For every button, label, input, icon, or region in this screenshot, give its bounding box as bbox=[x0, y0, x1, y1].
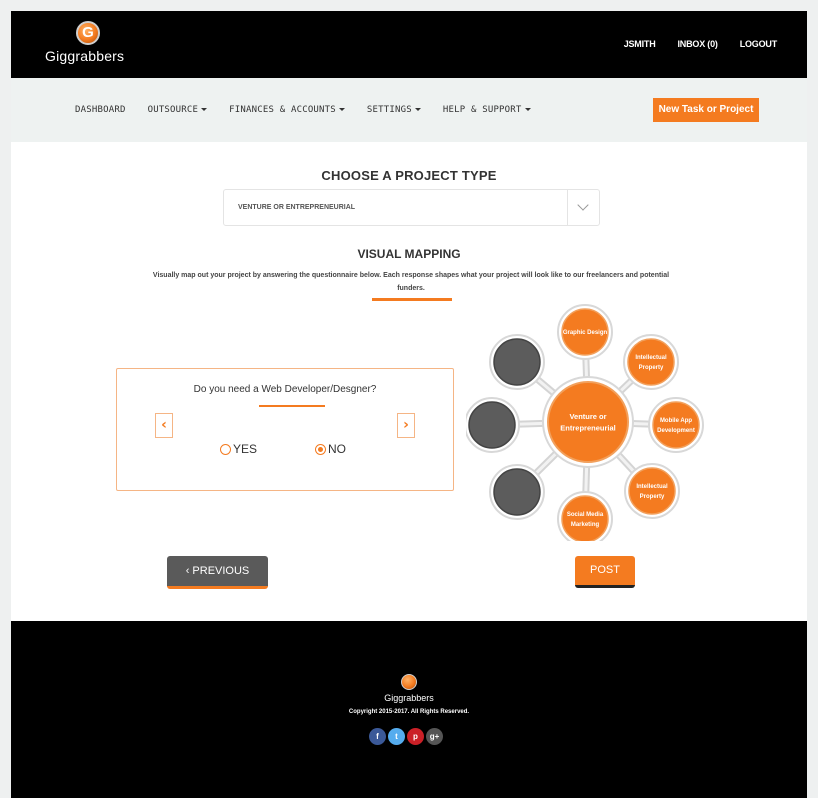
nav-item-help-support[interactable]: HELP & SUPPORT bbox=[443, 105, 531, 115]
nav-item-outsource[interactable]: OUTSOURCE bbox=[148, 105, 208, 115]
option-yes[interactable]: YES bbox=[220, 442, 257, 456]
option-yes-label: YES bbox=[233, 442, 258, 456]
logo-g-icon bbox=[76, 21, 100, 45]
option-no[interactable]: NO bbox=[315, 442, 346, 456]
nav-item-dashboard[interactable]: DASHBOARD bbox=[75, 105, 126, 115]
node-label: Entrepreneurial bbox=[560, 423, 615, 432]
mapping-node-empty[interactable] bbox=[489, 334, 545, 390]
heading-underline bbox=[372, 298, 452, 301]
footer: Giggrabbers Copyright 2015-2017. All Rig… bbox=[11, 621, 807, 798]
copyright-text: Copyright 2015-2017. All Rights Reserved… bbox=[348, 709, 470, 715]
caret-down-icon bbox=[414, 108, 421, 111]
user-nav: JSMITH INBOX (0) LOGOUT bbox=[624, 39, 778, 49]
mapping-node[interactable]: Graphic Design bbox=[557, 304, 613, 360]
node-label: Mobile App bbox=[660, 418, 692, 424]
node-label: Intellectual bbox=[636, 484, 668, 490]
node-label: Intellectual bbox=[635, 355, 667, 361]
social-links: f t p g+ bbox=[369, 728, 443, 745]
project-type-heading: CHOOSE A PROJECT TYPE bbox=[321, 168, 497, 183]
mapping-node[interactable]: Social Media Marketing bbox=[557, 491, 613, 541]
previous-button[interactable]: ‹ PREVIOUS bbox=[167, 556, 268, 589]
pinterest-icon[interactable]: p bbox=[407, 728, 424, 745]
visual-mapping-heading: VISUAL MAPPING bbox=[357, 247, 461, 261]
visual-mapping-description: Visually map out your project by answeri… bbox=[152, 272, 670, 292]
question-underline bbox=[259, 405, 325, 407]
project-type-select[interactable]: VENTURE OR ENTREPRENEURIAL bbox=[223, 189, 600, 226]
node-label: Development bbox=[657, 428, 695, 434]
question-card: Do you need a Web Developer/Desgner? ‹ ›… bbox=[116, 368, 454, 491]
project-type-value: VENTURE OR ENTREPRENEURIAL bbox=[238, 204, 356, 211]
caret-down-icon bbox=[524, 108, 531, 111]
post-button[interactable]: POST bbox=[575, 556, 635, 588]
node-label: Venture or bbox=[569, 412, 606, 421]
question-text: Do you need a Web Developer/Desgner? bbox=[193, 384, 377, 395]
caret-down-icon bbox=[338, 108, 345, 111]
mapping-node[interactable]: Intellectual Property bbox=[623, 334, 679, 390]
mapping-node-empty[interactable] bbox=[489, 464, 545, 520]
caret-down-icon bbox=[201, 108, 208, 111]
logout-link[interactable]: LOGOUT bbox=[740, 39, 777, 49]
mapping-node-empty[interactable] bbox=[466, 397, 520, 453]
footer-logo-icon bbox=[401, 674, 417, 690]
nav-item-finances[interactable]: FINANCES & ACCOUNTS bbox=[229, 105, 345, 115]
prev-question-arrow-icon[interactable]: ‹ bbox=[155, 413, 173, 438]
nav-item-settings[interactable]: SETTINGS bbox=[367, 105, 421, 115]
option-no-label: NO bbox=[328, 442, 346, 456]
radio-yes[interactable] bbox=[220, 443, 231, 455]
new-task-button[interactable]: New Task or Project bbox=[653, 98, 759, 122]
footer-logo-text: Giggrabbers bbox=[384, 693, 434, 703]
node-label: Marketing bbox=[571, 522, 600, 528]
top-bar: Giggrabbers JSMITH INBOX (0) LOGOUT bbox=[11, 11, 807, 78]
twitter-icon[interactable]: t bbox=[388, 728, 405, 745]
logo-text: Giggrabbers bbox=[45, 48, 125, 64]
mapping-center-node[interactable]: Venture or Entrepreneurial bbox=[542, 376, 634, 468]
page-frame: Giggrabbers JSMITH INBOX (0) LOGOUT DASH… bbox=[11, 11, 807, 798]
user-link[interactable]: JSMITH bbox=[624, 39, 656, 49]
node-label: Social Media bbox=[567, 512, 604, 518]
visual-mapping-diagram: Graphic Design Intellectual Property Mobile… bbox=[466, 304, 704, 541]
select-toggle[interactable] bbox=[567, 190, 599, 225]
site-logo[interactable]: Giggrabbers bbox=[45, 20, 135, 72]
node-label: Graphic Design bbox=[563, 330, 608, 336]
node-label: Property bbox=[639, 365, 664, 371]
node-label: Property bbox=[640, 494, 665, 500]
main-nav: DASHBOARD OUTSOURCE FINANCES & ACCOUNTS … bbox=[11, 78, 807, 142]
next-question-arrow-icon[interactable]: › bbox=[397, 413, 415, 438]
radio-no[interactable] bbox=[315, 443, 326, 455]
google-plus-icon[interactable]: g+ bbox=[426, 728, 443, 745]
mapping-node[interactable]: Mobile App Development bbox=[648, 397, 704, 453]
mapping-node[interactable]: Intellectual Property bbox=[624, 463, 680, 519]
chevron-down-icon bbox=[577, 199, 589, 211]
facebook-icon[interactable]: f bbox=[369, 728, 386, 745]
inbox-link[interactable]: INBOX (0) bbox=[678, 39, 718, 49]
